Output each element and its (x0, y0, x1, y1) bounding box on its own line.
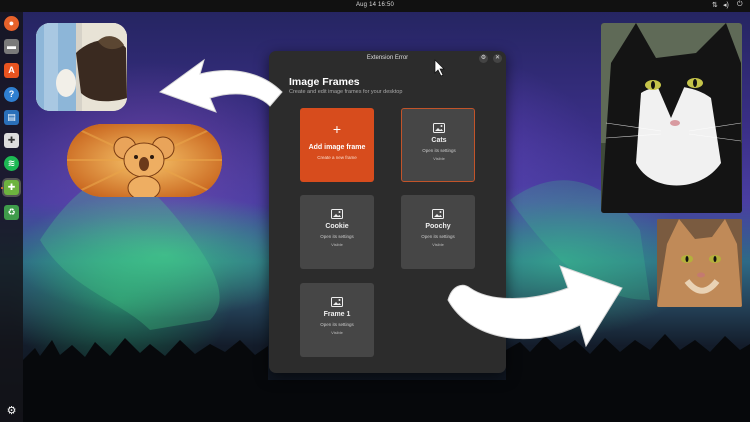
frame-tile-title: Poochy (425, 223, 451, 230)
image-icon (331, 209, 343, 219)
running-indicator (1, 187, 3, 189)
frame-tile-title: Cookie (325, 223, 349, 230)
tabby-cat-photo (657, 219, 742, 307)
desktop-frame-poochy[interactable] (36, 23, 127, 111)
frame-tile-subtitle: Open its settings (320, 322, 354, 327)
visibility-badge: Visible (331, 330, 343, 335)
dock-extension-manager-icon[interactable]: ✚ (4, 133, 19, 148)
network-icon[interactable]: ⇅ (712, 1, 718, 9)
frame-tile-title: Cats (431, 137, 447, 144)
image-icon (433, 123, 445, 133)
frame-tile-cats[interactable]: Cats Open its settings Visible (401, 108, 475, 182)
page-subtitle: Create and edit image frames for your de… (289, 89, 403, 95)
show-apps-icon[interactable]: ⚙ (4, 404, 19, 419)
plus-icon: + (332, 121, 342, 137)
desktop-frame-cat-2[interactable] (657, 219, 742, 307)
dog-photo (36, 23, 127, 111)
desktop-frame-cookie[interactable] (67, 124, 222, 197)
koala-drawing (67, 124, 222, 197)
dock-trash-icon[interactable]: ♻ (4, 205, 19, 220)
visibility-badge: Visible (433, 156, 445, 161)
add-image-frame-button[interactable]: + Add image frame Create a new frame (300, 108, 374, 182)
frame-tile-subtitle: Open its settings (421, 234, 455, 239)
dock: ● ▬ A ? ▤ ✚ ≋ ✚ ♻ ⚙ (0, 12, 23, 422)
frame-tile-cookie[interactable]: Cookie Open its settings Visible (300, 195, 374, 269)
frame-tile-frame-1[interactable]: Frame 1 Open its settings Visible (300, 283, 374, 357)
frame-tile-subtitle: Open its settings (320, 234, 354, 239)
top-bar: Aug 14 16:50 ⇅ ◂) ⏻ (0, 0, 750, 12)
power-icon[interactable]: ⏻ (737, 1, 743, 9)
page-title: Image Frames (289, 76, 360, 88)
volume-icon[interactable]: ◂) (723, 1, 729, 9)
image-icon (331, 297, 343, 307)
cat-photo (601, 23, 742, 213)
desktop: Aug 14 16:50 ⇅ ◂) ⏻ ● ▬ A ? ▤ ✚ ≋ ✚ ♻ ⚙ (0, 0, 750, 422)
close-icon[interactable]: ✕ (493, 54, 502, 63)
dock-extensions-icon[interactable]: ✚ (4, 180, 19, 195)
curved-arrow-left-icon (158, 58, 283, 113)
visibility-badge: Visible (432, 242, 444, 247)
desktop-frame-cats[interactable] (601, 23, 742, 213)
settings-gear-icon[interactable]: ⚙ (479, 54, 488, 63)
image-icon (432, 209, 444, 219)
add-tile-title: Add image frame (308, 144, 366, 151)
image-frames-window: Extension Error ⚙ ✕ Image Frames Create … (269, 51, 506, 373)
dock-help-icon[interactable]: ? (4, 87, 19, 102)
dock-firefox-icon[interactable]: ● (4, 16, 19, 31)
clock[interactable]: Aug 14 16:50 (0, 2, 750, 8)
dock-files-icon[interactable]: ▬ (4, 39, 19, 54)
frame-tile-title: Frame 1 (323, 311, 351, 318)
visibility-badge: Visible (331, 242, 343, 247)
dock-writer-icon[interactable]: ▤ (4, 110, 19, 125)
dock-software-icon[interactable]: A (4, 63, 19, 78)
add-tile-subtitle: Create a new frame (317, 155, 357, 160)
frame-tile-subtitle: Open its settings (422, 148, 456, 153)
window-title: Extension Error (366, 55, 409, 61)
dock-spotify-icon[interactable]: ≋ (4, 156, 19, 171)
frame-tile-poochy[interactable]: Poochy Open its settings Visible (401, 195, 475, 269)
